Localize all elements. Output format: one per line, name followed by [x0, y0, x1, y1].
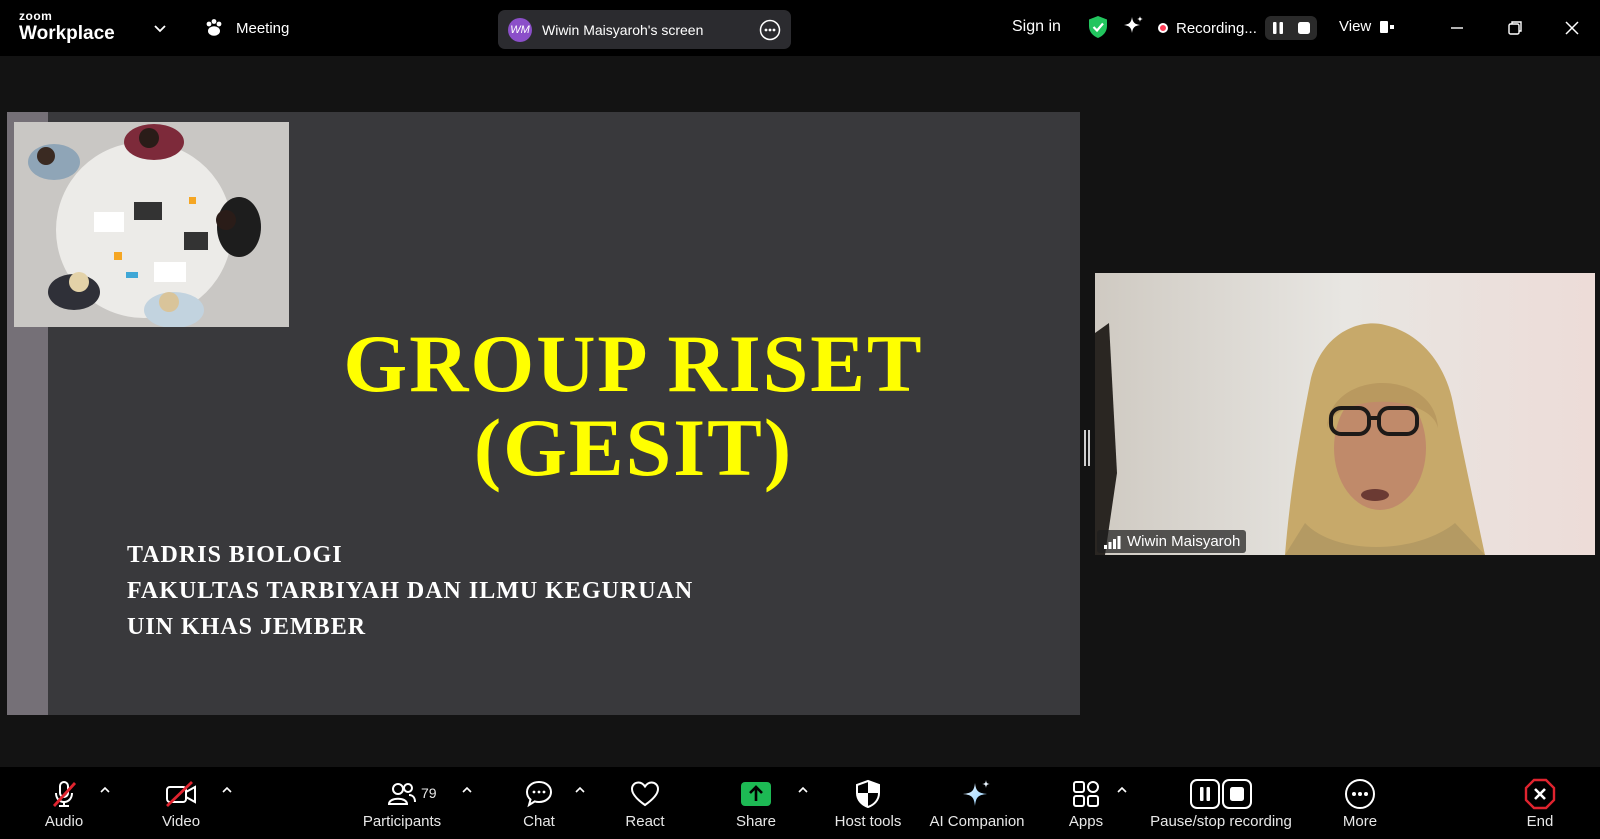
video-button[interactable]: Video: [155, 767, 207, 839]
end-label: End: [1526, 813, 1554, 830]
slide-subtitle-line3: UIN KHAS JEMBER: [127, 614, 367, 640]
view-label: View: [1339, 18, 1372, 35]
brand-large: Workplace: [19, 23, 115, 44]
view-button[interactable]: View: [1339, 18, 1395, 35]
slide-subtitle-line1: TADRIS BIOLOGI: [127, 542, 343, 568]
react-button[interactable]: React: [618, 767, 672, 839]
participants-button[interactable]: Participants: [357, 767, 447, 839]
chat-label: Chat: [523, 813, 555, 830]
heart-icon: [630, 781, 660, 807]
recording-controls: [1264, 16, 1317, 40]
share-title: Wiwin Maisyaroh's screen: [542, 21, 704, 38]
pause-stop-recording-icon: [1190, 779, 1252, 809]
shield-icon: [856, 779, 880, 809]
sign-in-link[interactable]: Sign in: [1012, 18, 1061, 36]
camera-off-icon: [166, 780, 196, 808]
participant-video-frame: [1095, 273, 1595, 555]
paw-icon: [206, 19, 222, 36]
ai-sparkle-icon[interactable]: [1122, 15, 1144, 37]
host-tools-button[interactable]: Host tools: [828, 767, 908, 839]
slide-subtitle-line2: FAKULTAS TARBIYAH DAN ILMU KEGURUAN: [127, 578, 694, 604]
more-button[interactable]: More: [1332, 767, 1388, 839]
ai-companion-sparkle-icon: [963, 780, 990, 806]
microphone-muted-icon: [52, 781, 77, 807]
ai-companion-button[interactable]: AI Companion: [925, 767, 1029, 839]
participant-video-tile[interactable]: Wiwin Maisyaroh: [1095, 273, 1595, 555]
meeting-button[interactable]: Meeting: [204, 18, 289, 38]
shield-check-icon[interactable]: [1087, 15, 1109, 39]
video-options-caret-icon[interactable]: [220, 783, 234, 797]
recording-dot-icon: [1158, 23, 1168, 33]
more-options-icon: [1345, 779, 1375, 809]
slide-title-line2: (GESIT): [473, 402, 794, 493]
slide-title-line1: GROUP RISET: [343, 318, 924, 409]
pause-icon: [1272, 22, 1283, 34]
panel-resize-handle[interactable]: [1084, 430, 1090, 466]
slide-photo-students-table: [14, 122, 289, 327]
signal-strength-icon: [1104, 535, 1121, 549]
students-photo-illustration: [14, 122, 289, 327]
shared-screen-slide[interactable]: GROUP RISET (GESIT) TADRIS BIOLOGI FAKUL…: [7, 112, 1080, 715]
participants-icon: [387, 783, 416, 805]
stop-recording-button[interactable]: [1291, 16, 1317, 40]
top-bar: zoom Workplace Meeting WM Wiwin Maisyaro…: [0, 0, 1600, 56]
minimize-button[interactable]: [1443, 14, 1471, 42]
minimize-icon: [1451, 27, 1463, 29]
view-layout-icon: [1380, 20, 1395, 33]
apps-grid-icon: [1073, 781, 1099, 807]
apps-options-caret-icon[interactable]: [1115, 783, 1129, 797]
chat-bubble-icon: [525, 780, 553, 808]
avatar: WM: [508, 17, 532, 42]
brand-small: zoom: [19, 9, 53, 23]
audio-button[interactable]: Audio: [38, 767, 90, 839]
ai-companion-label: AI Companion: [929, 813, 1025, 830]
recording-indicator: Recording...: [1158, 16, 1317, 40]
host-tools-label: Host tools: [834, 813, 902, 830]
restore-button[interactable]: [1501, 14, 1529, 42]
pause-stop-recording-label: Pause/stop recording: [1150, 813, 1292, 830]
participants-options-caret-icon[interactable]: [460, 783, 474, 797]
end-meeting-icon: [1524, 778, 1556, 810]
zoom-workplace-logo[interactable]: zoom Workplace: [19, 10, 115, 43]
meeting-label: Meeting: [236, 19, 290, 37]
chevron-down-icon[interactable]: [152, 20, 168, 36]
share-button[interactable]: Share: [728, 767, 784, 839]
bottom-toolbar: Audio Video Participants 79 Chat React S…: [0, 767, 1600, 839]
participant-count: 79: [421, 785, 437, 801]
more-label: More: [1342, 813, 1378, 830]
share-label: Share: [735, 813, 777, 830]
more-options-icon[interactable]: [759, 19, 781, 41]
audio-options-caret-icon[interactable]: [98, 783, 112, 797]
participant-name-tag: Wiwin Maisyaroh: [1097, 530, 1247, 553]
participants-label: Participants: [362, 813, 442, 830]
pause-recording-button[interactable]: [1265, 16, 1291, 40]
share-indicator-pill[interactable]: WM Wiwin Maisyaroh's screen: [498, 10, 791, 49]
chat-button[interactable]: Chat: [512, 767, 566, 839]
pause-stop-recording-button[interactable]: Pause/stop recording: [1146, 767, 1296, 839]
share-options-caret-icon[interactable]: [796, 783, 810, 797]
slide-title: GROUP RISET (GESIT): [7, 322, 1080, 490]
end-meeting-button[interactable]: End: [1514, 767, 1566, 839]
close-icon: [1565, 21, 1579, 35]
slide-subtitle: TADRIS BIOLOGI FAKULTAS TARBIYAH DAN ILM…: [127, 537, 693, 645]
restore-icon: [1508, 21, 1522, 35]
audio-label: Audio: [44, 813, 84, 830]
share-screen-icon: [741, 782, 771, 806]
video-label: Video: [161, 813, 201, 830]
close-button[interactable]: [1558, 14, 1586, 42]
recording-label: Recording...: [1176, 19, 1257, 37]
chat-options-caret-icon[interactable]: [573, 783, 587, 797]
stop-icon: [1297, 22, 1310, 34]
react-label: React: [625, 813, 665, 830]
apps-button[interactable]: Apps: [1058, 767, 1114, 839]
apps-label: Apps: [1068, 813, 1104, 830]
zoom-meeting-window: zoom Workplace Meeting WM Wiwin Maisyaro…: [0, 0, 1600, 839]
participant-name: Wiwin Maisyaroh: [1127, 533, 1241, 550]
